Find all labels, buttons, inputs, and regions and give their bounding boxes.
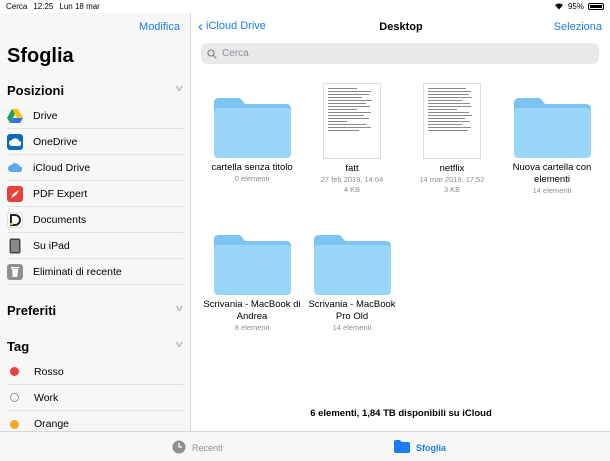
sidebar-item-label: Orange <box>34 418 70 430</box>
sidebar-item-pdf-expert[interactable]: PDF Expert <box>7 181 183 207</box>
sidebar-title: Sfoglia <box>7 45 74 67</box>
file-date: 14 mar 2019, 17:52 <box>419 175 485 184</box>
file-meta: 8 elementi <box>234 323 270 332</box>
sidebar-item-label: Work <box>34 391 59 404</box>
section-tags-label: Tag <box>7 339 30 354</box>
document-thumbnail <box>423 83 481 159</box>
ipad-icon <box>7 238 23 254</box>
storage-info: 6 elementi, 1,84 TB disponibili su iClou… <box>310 408 492 419</box>
folder-icon <box>213 235 291 295</box>
status-battery-text: 95% <box>567 2 584 11</box>
chevron-down-icon: ∨ <box>174 83 185 93</box>
tab-browse-label: Sfoglia <box>416 442 447 453</box>
main-content: ‹ iCloud Drive Desktop Seleziona Cerca c… <box>192 13 610 431</box>
trash-icon <box>7 263 23 280</box>
section-favorites[interactable]: Preferiti ∨ <box>7 303 185 318</box>
section-favorites-label: Preferiti <box>7 303 57 318</box>
section-positions-label: Posizioni <box>7 83 65 98</box>
document-thumbnail <box>323 83 381 159</box>
file-item[interactable]: Scrivania - MacBook di Andrea 8 elementi <box>202 235 302 333</box>
file-name: Scrivania - MacBook Pro Old <box>308 299 396 322</box>
folder-icon <box>394 440 410 455</box>
sidebar-item-onedrive[interactable]: OneDrive <box>7 129 183 155</box>
file-item[interactable]: Scrivania - MacBook Pro Old 14 elementi <box>302 235 402 333</box>
file-name: netflix <box>439 163 465 174</box>
file-date: 27 feb 2019, 14:04 <box>320 175 384 184</box>
chevron-down-icon: ∨ <box>174 339 185 349</box>
tab-bar: Recenti Sfoglia <box>0 431 610 461</box>
sidebar-item-label: Rosso <box>34 365 64 378</box>
sidebar-item-recently-deleted[interactable]: Eliminati di recente <box>7 259 183 285</box>
tag-dot-icon <box>10 393 19 402</box>
clock-icon <box>172 440 186 456</box>
sidebar-item-label: PDF Expert <box>33 187 88 200</box>
tab-recent[interactable]: Recenti <box>172 440 223 456</box>
battery-icon <box>588 3 604 10</box>
sidebar-item-label: Su iPad <box>33 239 70 252</box>
section-positions[interactable]: Posizioni ∨ <box>7 83 185 98</box>
pdf-expert-icon <box>7 185 23 202</box>
sidebar-item-label: OneDrive <box>33 135 78 148</box>
file-item[interactable]: fatt 27 feb 2019, 14:04 4 KB <box>302 83 402 195</box>
documents-icon <box>7 211 23 228</box>
file-meta: 14 elementi <box>532 186 572 195</box>
sidebar-item-label: iCloud Drive <box>33 161 91 174</box>
tag-dot-icon <box>10 419 19 429</box>
file-name: fatt <box>345 163 359 174</box>
google-drive-icon <box>7 108 23 124</box>
sidebar-item-label: Eliminati di recente <box>33 265 122 278</box>
chevron-down-icon: ∨ <box>174 303 185 313</box>
file-item[interactable]: Nuova cartella con elementi 14 elementi <box>502 98 602 196</box>
file-meta: 14 elementi <box>332 323 372 332</box>
sidebar-tag-rosso[interactable]: Rosso <box>7 359 183 385</box>
edit-button[interactable]: Modifica <box>139 21 180 33</box>
status-date: Lun 18 mar <box>59 2 100 11</box>
file-item[interactable]: cartella senza titolo 0 elementi <box>202 98 302 184</box>
file-item[interactable]: netflix 14 mar 2019, 17:52 3 KB <box>402 83 502 195</box>
select-button[interactable]: Seleziona <box>554 21 602 33</box>
file-size: 3 KB <box>443 185 461 194</box>
folder-icon <box>513 98 591 158</box>
file-name: Nuova cartella con elementi <box>512 162 592 185</box>
file-name: Scrivania - MacBook di Andrea <box>203 299 301 322</box>
file-name: cartella senza titolo <box>211 162 293 173</box>
file-size: 4 KB <box>343 185 361 194</box>
status-time: 12:25 <box>33 2 54 11</box>
sidebar: Modifica Sfoglia Posizioni ∨ Drive OneDr… <box>0 13 191 431</box>
wifi-icon <box>554 2 564 12</box>
icloud-icon <box>7 160 23 176</box>
tab-browse[interactable]: Sfoglia <box>394 440 446 455</box>
page-title: Desktop <box>379 21 423 33</box>
sidebar-item-icloud[interactable]: iCloud Drive <box>7 155 183 181</box>
folder-icon <box>213 98 291 158</box>
status-bar: Cerca 12:25 Lun 18 mar 95% <box>0 0 610 13</box>
tag-dot-icon <box>10 367 19 376</box>
sidebar-tag-work[interactable]: Work <box>7 385 183 411</box>
onedrive-icon <box>7 133 23 150</box>
status-carrier: Cerca <box>6 2 28 11</box>
file-meta: 0 elementi <box>234 174 270 183</box>
sidebar-item-label: Drive <box>33 109 58 122</box>
section-tags[interactable]: Tag ∨ <box>7 339 185 354</box>
sidebar-item-drive[interactable]: Drive <box>7 103 183 129</box>
search-input[interactable]: Cerca <box>201 43 599 64</box>
sidebar-item-documents[interactable]: Documents <box>7 207 183 233</box>
search-icon <box>207 48 217 59</box>
sidebar-item-ipad[interactable]: Su iPad <box>7 233 183 259</box>
folder-icon <box>313 235 391 295</box>
tab-recent-label: Recenti <box>192 443 223 453</box>
sidebar-item-label: Documents <box>33 213 87 226</box>
search-placeholder: Cerca <box>222 48 249 59</box>
